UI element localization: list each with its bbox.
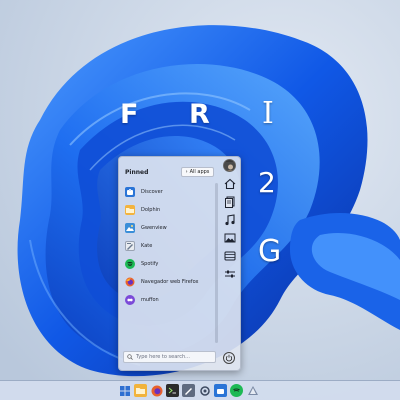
home-icon[interactable]	[223, 177, 237, 191]
discover-icon[interactable]	[214, 384, 227, 397]
app-item-gwenview[interactable]: Gwenview	[125, 219, 215, 237]
muffon-icon	[125, 295, 135, 305]
spotify-icon[interactable]	[230, 384, 243, 397]
kate-icon[interactable]	[182, 384, 195, 397]
search-placeholder: Type here to search...	[136, 354, 190, 360]
search-input[interactable]: Type here to search...	[123, 351, 216, 363]
application-launcher: Pinned › All apps Discover Dolphin Gwenv…	[118, 156, 241, 371]
documents-icon[interactable]	[223, 195, 237, 209]
places-rail	[221, 175, 239, 370]
music-icon[interactable]	[223, 213, 237, 227]
app-item-kate[interactable]: Kate	[125, 237, 215, 255]
terminal-icon[interactable]	[166, 384, 179, 397]
all-apps-button[interactable]: › All apps	[181, 167, 214, 177]
app-item-discover[interactable]: Discover	[125, 183, 215, 201]
dolphin-folder-icon	[125, 205, 135, 215]
desktop-letter-g: G	[258, 234, 282, 269]
app-item-dolphin[interactable]: Dolphin	[125, 201, 215, 219]
app-item-firefox[interactable]: Navegador web Firefox	[125, 273, 215, 291]
all-apps-label: All apps	[189, 169, 210, 175]
desktop-letter-f: F	[120, 99, 139, 130]
discover-icon	[125, 187, 135, 197]
app-list-scrollbar[interactable]	[215, 183, 218, 343]
user-avatar[interactable]	[223, 159, 236, 172]
app-item-muffon[interactable]: muffon	[125, 291, 215, 309]
taskbar	[0, 380, 400, 400]
desktop-letter-i: I	[262, 96, 274, 131]
firefox-icon	[125, 277, 135, 287]
settings-icon[interactable]	[198, 384, 211, 397]
pictures-icon[interactable]	[223, 231, 237, 245]
spotify-icon	[125, 259, 135, 269]
pinned-app-list: Discover Dolphin Gwenview Kate Spotify N…	[125, 183, 215, 309]
start-icon[interactable]	[118, 384, 131, 397]
power-button[interactable]	[223, 352, 235, 364]
power-icon	[225, 354, 233, 362]
app-label: muffon	[141, 297, 159, 303]
app-label: Spotify	[141, 261, 159, 267]
desktop-letter-r: R	[189, 99, 210, 130]
kate-icon	[125, 241, 135, 251]
files-icon[interactable]	[134, 384, 147, 397]
app-item-spotify[interactable]: Spotify	[125, 255, 215, 273]
videos-icon[interactable]	[223, 249, 237, 263]
desktop-digit-2: 2	[258, 166, 276, 199]
taskbar-icons	[118, 384, 259, 398]
pinned-heading: Pinned	[125, 169, 149, 176]
chevron-right-icon: ›	[185, 169, 188, 175]
muffon-icon[interactable]	[246, 384, 259, 397]
user-avatar-image	[224, 162, 235, 171]
app-label: Navegador web Firefox	[141, 279, 199, 285]
gwenview-icon	[125, 223, 135, 233]
settings-sliders-icon[interactable]	[223, 267, 237, 281]
app-label: Discover	[141, 189, 163, 195]
app-label: Gwenview	[141, 225, 167, 231]
app-label: Kate	[141, 243, 153, 249]
search-icon	[127, 354, 133, 360]
firefox-icon[interactable]	[150, 384, 163, 397]
app-label: Dolphin	[141, 207, 161, 213]
